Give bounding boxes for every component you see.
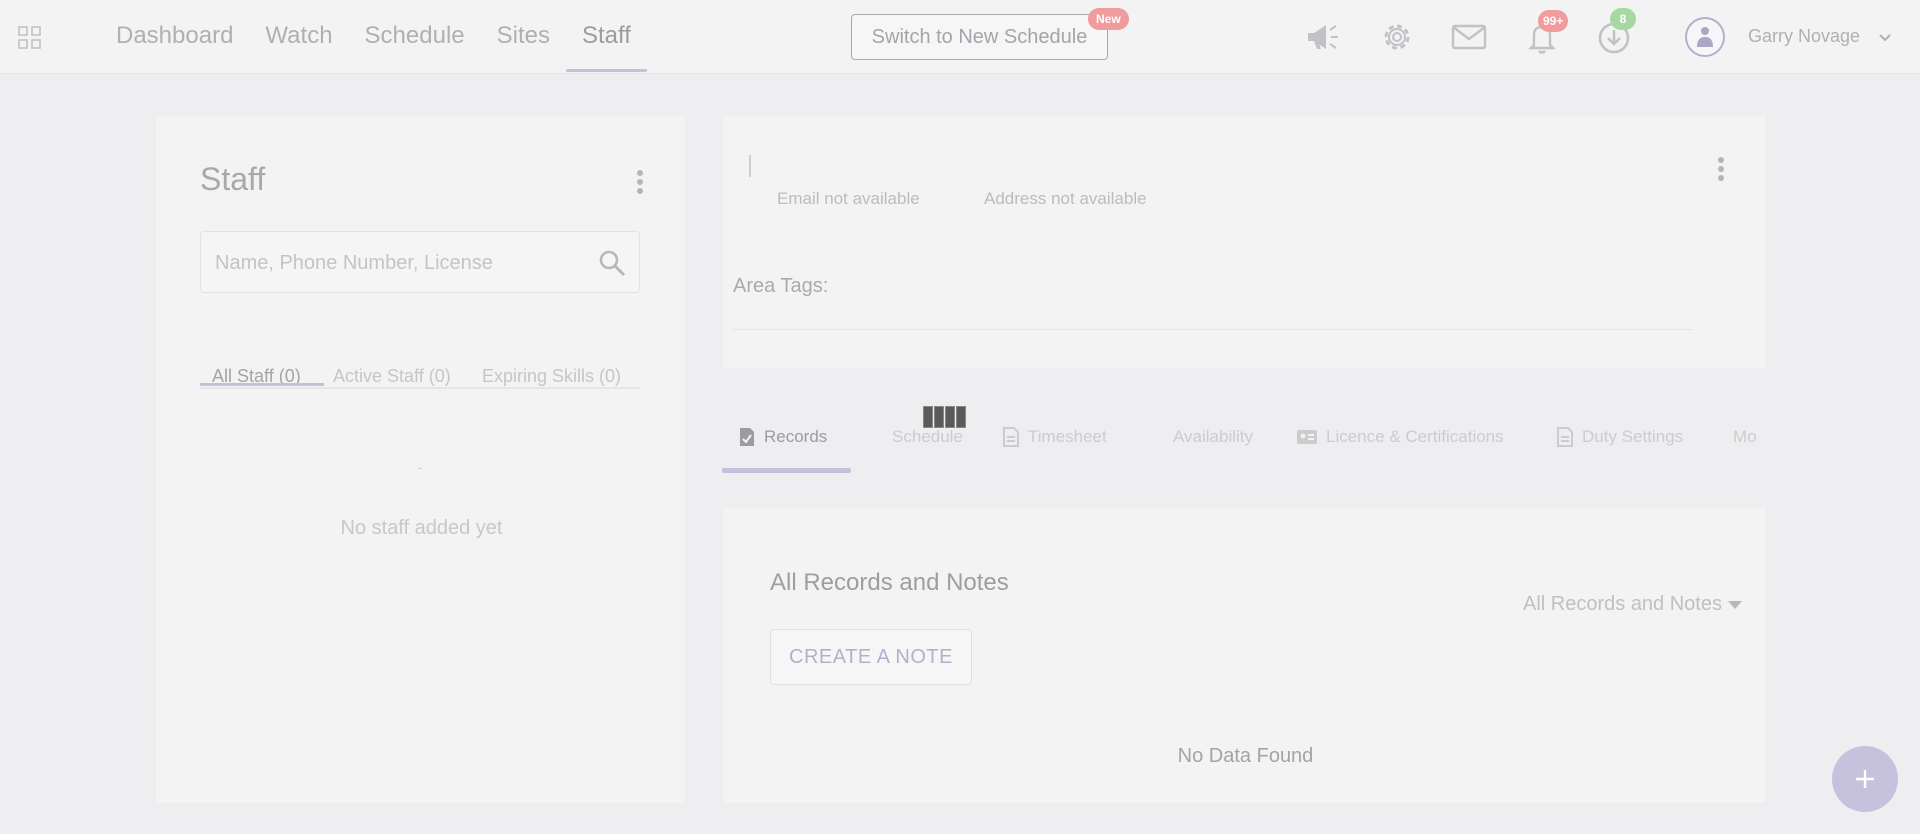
staff-search-input[interactable] (215, 248, 585, 278)
staff-menu-kebab-icon[interactable] (630, 168, 650, 198)
staff-panel: Staff All Staff (0) Active Staff (0) Exp… (155, 114, 686, 804)
tab-duty-settings[interactable]: Duty Settings (1556, 400, 1683, 474)
records-title: All Records and Notes (770, 569, 1009, 596)
staff-profile-card: Email not available Address not availabl… (722, 114, 1767, 369)
name-cursor (749, 155, 751, 177)
tab-all-staff[interactable]: All Staff (0) (212, 341, 301, 411)
nav-dashboard[interactable]: Dashboard (100, 0, 249, 74)
new-badge: New (1088, 8, 1129, 30)
tab-active-staff[interactable]: Active Staff (0) (333, 341, 451, 411)
staff-address: Address not available (984, 189, 1147, 208)
tab-records[interactable]: Records (738, 400, 827, 474)
profile-menu-kebab-icon[interactable] (1711, 155, 1731, 185)
tab-timesheet[interactable]: Timesheet (1002, 400, 1107, 474)
no-data-message: No Data Found (1177, 745, 1314, 767)
nav-schedule[interactable]: Schedule (349, 0, 481, 74)
tab-expiring-skills[interactable]: Expiring Skills (0) (482, 341, 621, 411)
downloads-count: 8 (1610, 8, 1636, 30)
profile-tabs: Records Schedule Timesheet Availability … (722, 400, 1767, 474)
tab-availability-label: Availability (1173, 427, 1254, 446)
mail-icon[interactable] (1450, 18, 1488, 56)
tab-availability[interactable]: Availability (1173, 400, 1253, 474)
staff-tab-indicator (200, 383, 324, 386)
plus-icon (1856, 770, 1874, 788)
staff-search (200, 231, 640, 293)
tab-more-label: Mo (1733, 427, 1757, 446)
area-tags-divider (733, 329, 1693, 330)
tab-more[interactable]: Mo (1733, 400, 1757, 474)
document-icon (1557, 427, 1573, 447)
records-card: All Records and Notes All Records and No… (722, 506, 1767, 804)
tab-licence-certifications[interactable]: Licence & Certifications (1296, 400, 1504, 474)
render-artifact (923, 406, 975, 430)
profile-tab-indicator (722, 468, 851, 473)
gear-icon[interactable] (1378, 18, 1416, 56)
nav-staff[interactable]: Staff (565, 0, 647, 74)
switch-schedule-button[interactable]: Switch to New Schedule (851, 14, 1108, 60)
nav-watch[interactable]: Watch (249, 0, 348, 74)
apps-grid-icon[interactable] (18, 26, 42, 50)
search-icon[interactable] (597, 248, 627, 278)
main-nav: Dashboard Watch Schedule Sites Staff (100, 0, 647, 74)
staff-email: Email not available (777, 189, 920, 208)
empty-state-mark: - (418, 459, 423, 475)
tab-records-label: Records (764, 427, 828, 446)
tab-timesheet-label: Timesheet (1028, 427, 1107, 446)
chevron-down-icon[interactable] (1876, 28, 1894, 46)
staff-tabs-divider (200, 387, 640, 389)
tab-duty-settings-label: Duty Settings (1582, 427, 1684, 446)
staff-title: Staff (200, 161, 266, 197)
caret-down-icon (1727, 600, 1742, 609)
timesheet-icon (1003, 427, 1019, 447)
nav-sites[interactable]: Sites (481, 0, 566, 74)
records-filter-label: All Records and Notes (1523, 593, 1722, 615)
records-icon (740, 428, 754, 446)
records-filter-dropdown[interactable]: All Records and Notes (1523, 593, 1742, 616)
user-avatar-icon[interactable] (1685, 17, 1725, 57)
notifications-count: 99+ (1538, 10, 1569, 32)
tab-licence-label: Licence & Certifications (1326, 427, 1504, 446)
id-card-icon (1297, 430, 1317, 444)
add-fab-button[interactable] (1832, 746, 1898, 812)
user-name[interactable]: Garry Novage (1748, 26, 1860, 47)
area-tags-label: Area Tags: (733, 275, 829, 297)
megaphone-icon[interactable] (1304, 18, 1342, 56)
no-staff-message: No staff added yet (340, 517, 503, 539)
top-bar: Dashboard Watch Schedule Sites Staff Swi… (0, 0, 1920, 74)
create-note-button[interactable]: CREATE A NOTE (770, 629, 972, 685)
